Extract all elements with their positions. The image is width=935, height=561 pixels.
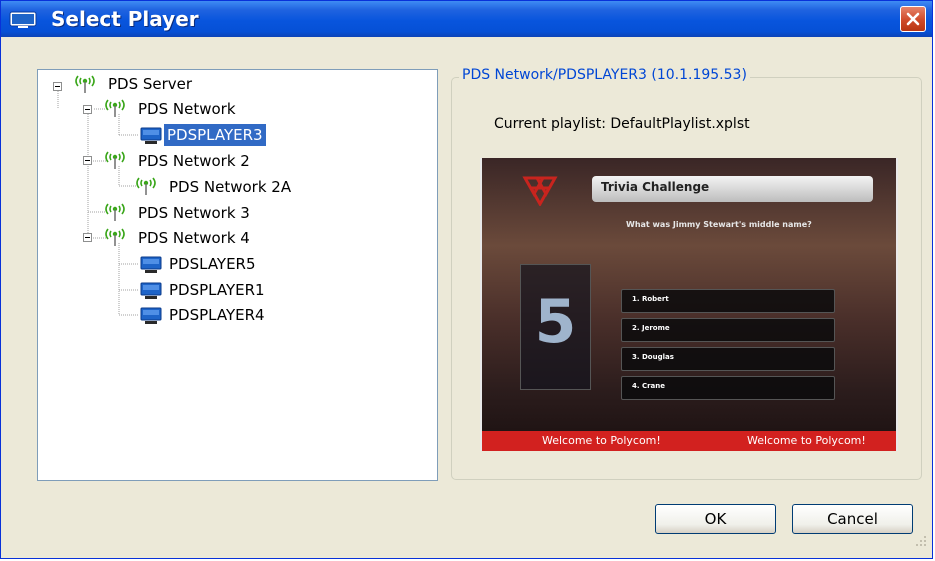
expand-toggle-pds-network-4[interactable] [83, 233, 92, 242]
tree-node-pds-network[interactable]: PDS Network [135, 98, 239, 120]
cancel-button[interactable]: Cancel [792, 504, 913, 534]
window-icon [9, 11, 37, 28]
preview-ticker-text-2: Welcome to Polycom! [747, 434, 866, 447]
antenna-icon [105, 99, 125, 117]
preview-answer: 2. Jerome [621, 318, 835, 342]
expand-toggle-pds-network[interactable] [83, 105, 92, 114]
preview-ticker: Welcome to Polycom! Welcome to Polycom! [482, 431, 896, 451]
preview-timer-box: 5 [520, 264, 591, 390]
group-title: PDS Network/PDSPLAYER3 (10.1.195.53) [459, 67, 750, 83]
player-preview-image: Trivia Challenge What was Jimmy Stewart'… [480, 158, 898, 451]
antenna-icon [105, 151, 125, 169]
select-player-dialog: Select Player PDS Server PDS Network PDS… [0, 0, 933, 559]
preview-header: Trivia Challenge [592, 176, 873, 202]
ok-button[interactable]: OK [655, 504, 776, 534]
player-tree[interactable]: PDS Server PDS Network PDSPLAYER3 PDS Ne… [37, 69, 438, 481]
resize-grip-icon[interactable] [907, 531, 929, 553]
monitor-icon [140, 256, 162, 273]
monitor-icon [140, 282, 162, 299]
antenna-icon [105, 203, 125, 221]
preview-answer: 4. Crane [621, 376, 835, 400]
window-title: Select Player [51, 7, 199, 31]
expand-toggle-root[interactable] [53, 82, 62, 91]
tree-node-pds-network-2a[interactable]: PDS Network 2A [166, 176, 294, 198]
close-button[interactable] [900, 6, 926, 32]
preview-header-text: Trivia Challenge [601, 180, 710, 194]
monitor-icon [140, 307, 162, 324]
expand-toggle-pds-network-2[interactable] [83, 156, 92, 165]
monitor-icon [140, 127, 162, 144]
antenna-icon [75, 75, 95, 93]
close-icon [906, 12, 920, 26]
title-bar[interactable]: Select Player [1, 1, 932, 37]
tree-node-pds-network-2[interactable]: PDS Network 2 [135, 150, 253, 172]
tree-node-pdslayer5[interactable]: PDSLAYER5 [166, 253, 259, 275]
preview-question: What was Jimmy Stewart's middle name? [626, 220, 812, 229]
tree-node-pdsplayer1[interactable]: PDSPLAYER1 [166, 279, 268, 301]
current-playlist-label: Current playlist: DefaultPlaylist.xplst [494, 116, 750, 132]
preview-answer: 3. Douglas [621, 347, 835, 371]
tree-node-pds-network-3[interactable]: PDS Network 3 [135, 202, 253, 224]
preview-timer: 5 [534, 287, 577, 357]
tree-node-pds-server[interactable]: PDS Server [105, 73, 195, 95]
preview-answer: 1. Robert [621, 289, 835, 313]
tree-node-pds-network-4[interactable]: PDS Network 4 [135, 227, 253, 249]
antenna-icon [136, 177, 156, 195]
tree-node-pdsplayer3[interactable]: PDSPLAYER3 [164, 124, 266, 146]
tree-node-pdsplayer4[interactable]: PDSPLAYER4 [166, 304, 268, 326]
antenna-icon [105, 228, 125, 246]
preview-ticker-text-1: Welcome to Polycom! [542, 434, 661, 447]
polycom-logo-icon [522, 176, 558, 206]
